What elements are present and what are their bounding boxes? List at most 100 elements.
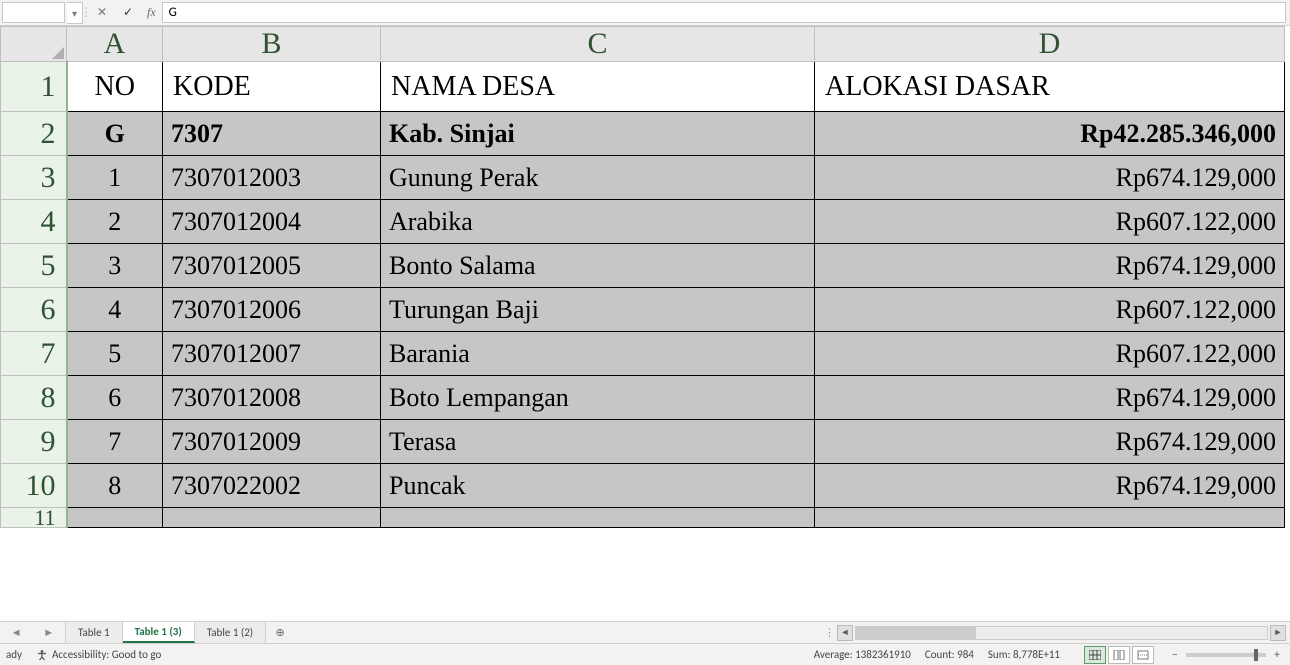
cancel-formula-button[interactable]: ✕ — [89, 0, 115, 25]
cell[interactable]: Barania — [381, 332, 815, 376]
row-header[interactable]: 4 — [1, 200, 67, 244]
row-header[interactable]: 8 — [1, 376, 67, 420]
cell[interactable]: 4 — [67, 288, 163, 332]
cell[interactable]: 7 — [67, 420, 163, 464]
scroll-right-button[interactable]: ► — [1270, 625, 1286, 641]
row-header[interactable]: 11 — [1, 508, 67, 528]
cell[interactable]: 7307012004 — [163, 200, 381, 244]
cell[interactable]: 7307012006 — [163, 288, 381, 332]
cell[interactable]: Rp674.129,000 — [815, 464, 1285, 508]
cell[interactable]: 7307012008 — [163, 376, 381, 420]
view-normal-button[interactable] — [1084, 646, 1106, 664]
cell[interactable]: 7307022002 — [163, 464, 381, 508]
row-header[interactable]: 1 — [1, 62, 67, 112]
zoom-slider[interactable] — [1186, 653, 1266, 657]
cell[interactable]: 7307012003 — [163, 156, 381, 200]
row-header[interactable]: 10 — [1, 464, 67, 508]
grid-icon — [1089, 650, 1101, 660]
accept-formula-button[interactable]: ✓ — [115, 0, 141, 25]
cell[interactable]: Bonto Salama — [381, 244, 815, 288]
cell[interactable] — [815, 508, 1285, 528]
cell[interactable]: 1 — [67, 156, 163, 200]
cell[interactable]: 7307 — [163, 112, 381, 156]
scroll-left-button[interactable]: ◄ — [837, 625, 853, 641]
cell[interactable]: 7307012009 — [163, 420, 381, 464]
cell[interactable]: G — [67, 112, 163, 156]
sheet-nav-prev-icon[interactable]: ◄ — [11, 626, 22, 639]
cell[interactable]: KODE — [163, 62, 381, 112]
row-header[interactable]: 9 — [1, 420, 67, 464]
cell[interactable]: Gunung Perak — [381, 156, 815, 200]
status-ready: ady — [6, 648, 22, 661]
add-sheet-button[interactable]: ⊕ — [266, 622, 294, 643]
cell[interactable]: 8 — [67, 464, 163, 508]
cell[interactable]: Puncak — [381, 464, 815, 508]
view-page-layout-button[interactable] — [1108, 646, 1130, 664]
row-header[interactable]: 3 — [1, 156, 67, 200]
cell[interactable]: 6 — [67, 376, 163, 420]
cell[interactable]: ALOKASI DASAR — [815, 62, 1285, 112]
cell[interactable]: Rp607.122,000 — [815, 332, 1285, 376]
cell[interactable]: NO — [67, 62, 163, 112]
col-header-b[interactable]: B — [163, 27, 381, 62]
cell[interactable]: Rp674.129,000 — [815, 420, 1285, 464]
sheet-tab[interactable]: Table 1 — [66, 622, 123, 643]
accessibility-status[interactable]: Accessibility: Good to go — [36, 648, 161, 661]
row-header[interactable]: 5 — [1, 244, 67, 288]
spreadsheet-grid[interactable]: A B C D 1 NO KODE NAMA DESA ALOKASI DASA… — [0, 26, 1290, 621]
row-header[interactable]: 2 — [1, 112, 67, 156]
cell[interactable]: 3 — [67, 244, 163, 288]
cell[interactable]: Rp674.129,000 — [815, 244, 1285, 288]
fx-label[interactable]: fx — [141, 0, 162, 25]
page-break-icon — [1137, 650, 1149, 660]
separator: ⋮ — [824, 626, 835, 639]
stat-average: Average: 1382361910 — [814, 648, 911, 661]
check-icon: ✓ — [123, 5, 133, 20]
formula-value: G — [169, 5, 177, 20]
page-icon — [1113, 650, 1125, 660]
stat-sum: Sum: 8,778E+11 — [988, 648, 1060, 661]
zoom-in-button[interactable]: + — [1270, 648, 1284, 661]
cell[interactable]: NAMA DESA — [381, 62, 815, 112]
cell[interactable]: Rp674.129,000 — [815, 376, 1285, 420]
sheet-tab[interactable]: Table 1 (3) — [123, 622, 195, 643]
cell[interactable]: Arabika — [381, 200, 815, 244]
cell[interactable]: Rp607.122,000 — [815, 200, 1285, 244]
plus-icon: ⊕ — [276, 626, 285, 639]
cell[interactable]: 5 — [67, 332, 163, 376]
name-box[interactable] — [2, 2, 65, 23]
view-page-break-button[interactable] — [1132, 646, 1154, 664]
cell[interactable]: 7307012005 — [163, 244, 381, 288]
select-all-corner[interactable] — [1, 27, 67, 62]
col-header-a[interactable]: A — [67, 27, 163, 62]
cell[interactable]: Terasa — [381, 420, 815, 464]
zoom-out-button[interactable]: − — [1168, 648, 1182, 661]
cell[interactable] — [381, 508, 815, 528]
accessibility-icon — [36, 649, 48, 661]
cell[interactable]: Kab. Sinjai — [381, 112, 815, 156]
x-icon: ✕ — [97, 5, 107, 20]
scroll-thumb[interactable] — [856, 627, 976, 639]
cell[interactable]: Rp607.122,000 — [815, 288, 1285, 332]
cell[interactable]: 2 — [67, 200, 163, 244]
sheet-nav-next-icon[interactable]: ► — [43, 626, 54, 639]
zoom-thumb[interactable] — [1254, 649, 1258, 661]
cell[interactable]: Boto Lempangan — [381, 376, 815, 420]
formula-input[interactable]: G — [162, 2, 1286, 23]
horizontal-scrollbar: ⋮ ◄ ► — [820, 622, 1290, 643]
sheet-tab[interactable]: Table 1 (2) — [195, 622, 266, 643]
cell[interactable] — [67, 508, 163, 528]
chevron-down-icon: ▾ — [72, 7, 77, 20]
scroll-track[interactable] — [855, 626, 1268, 640]
col-header-d[interactable]: D — [815, 27, 1285, 62]
cell[interactable]: Rp674.129,000 — [815, 156, 1285, 200]
cell[interactable]: Rp42.285.346,000 — [815, 112, 1285, 156]
formula-bar: ▾ ⋮ ✕ ✓ fx G — [0, 0, 1290, 26]
row-header[interactable]: 7 — [1, 332, 67, 376]
cell[interactable]: 7307012007 — [163, 332, 381, 376]
cell[interactable] — [163, 508, 381, 528]
col-header-c[interactable]: C — [381, 27, 815, 62]
status-bar: ady Accessibility: Good to go Average: 1… — [0, 643, 1290, 665]
row-header[interactable]: 6 — [1, 288, 67, 332]
cell[interactable]: Turungan Baji — [381, 288, 815, 332]
